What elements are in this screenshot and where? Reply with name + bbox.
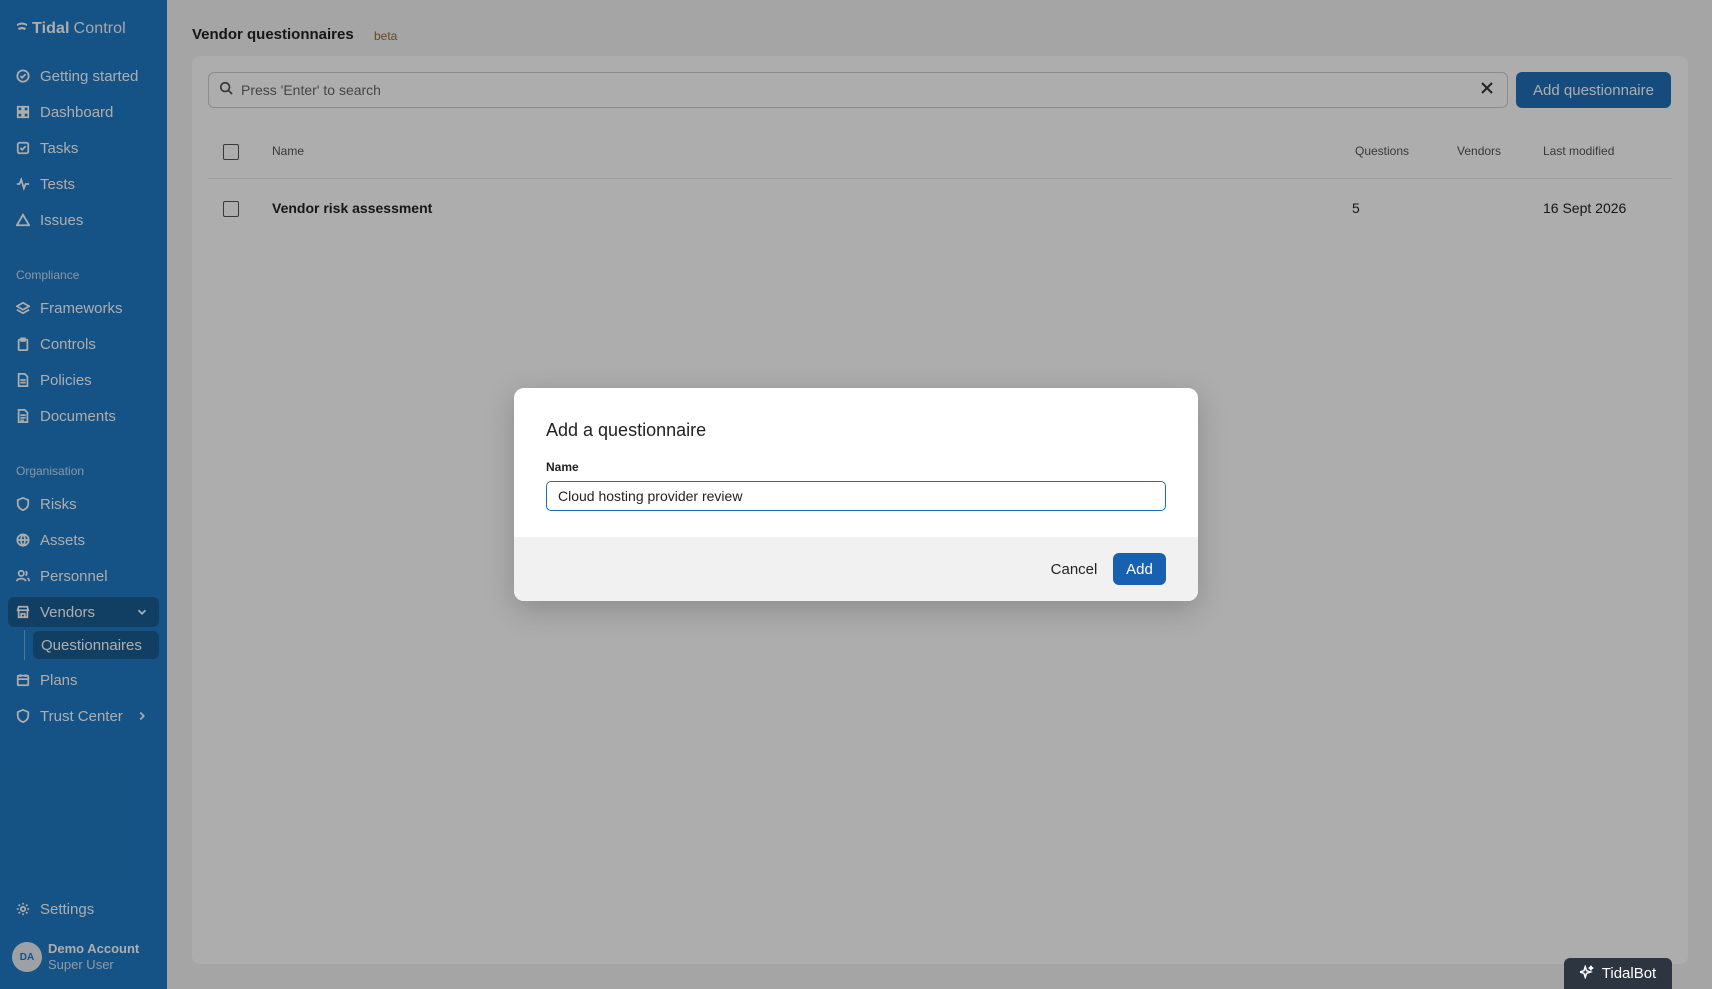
dialog-footer: Cancel Add <box>514 537 1198 601</box>
name-input[interactable] <box>546 481 1166 511</box>
name-field-label: Name <box>546 460 579 474</box>
add-button[interactable]: Add <box>1113 553 1166 585</box>
dialog-title: Add a questionnaire <box>546 420 707 440</box>
tidalbot-button[interactable]: TidalBot <box>1564 958 1672 989</box>
cancel-button[interactable]: Cancel <box>1044 553 1104 585</box>
tidalbot-label: TidalBot <box>1601 965 1657 982</box>
sparkle-icon <box>1577 963 1602 983</box>
add-questionnaire-dialog: Add a questionnaire Name Cancel Add <box>514 388 1198 601</box>
